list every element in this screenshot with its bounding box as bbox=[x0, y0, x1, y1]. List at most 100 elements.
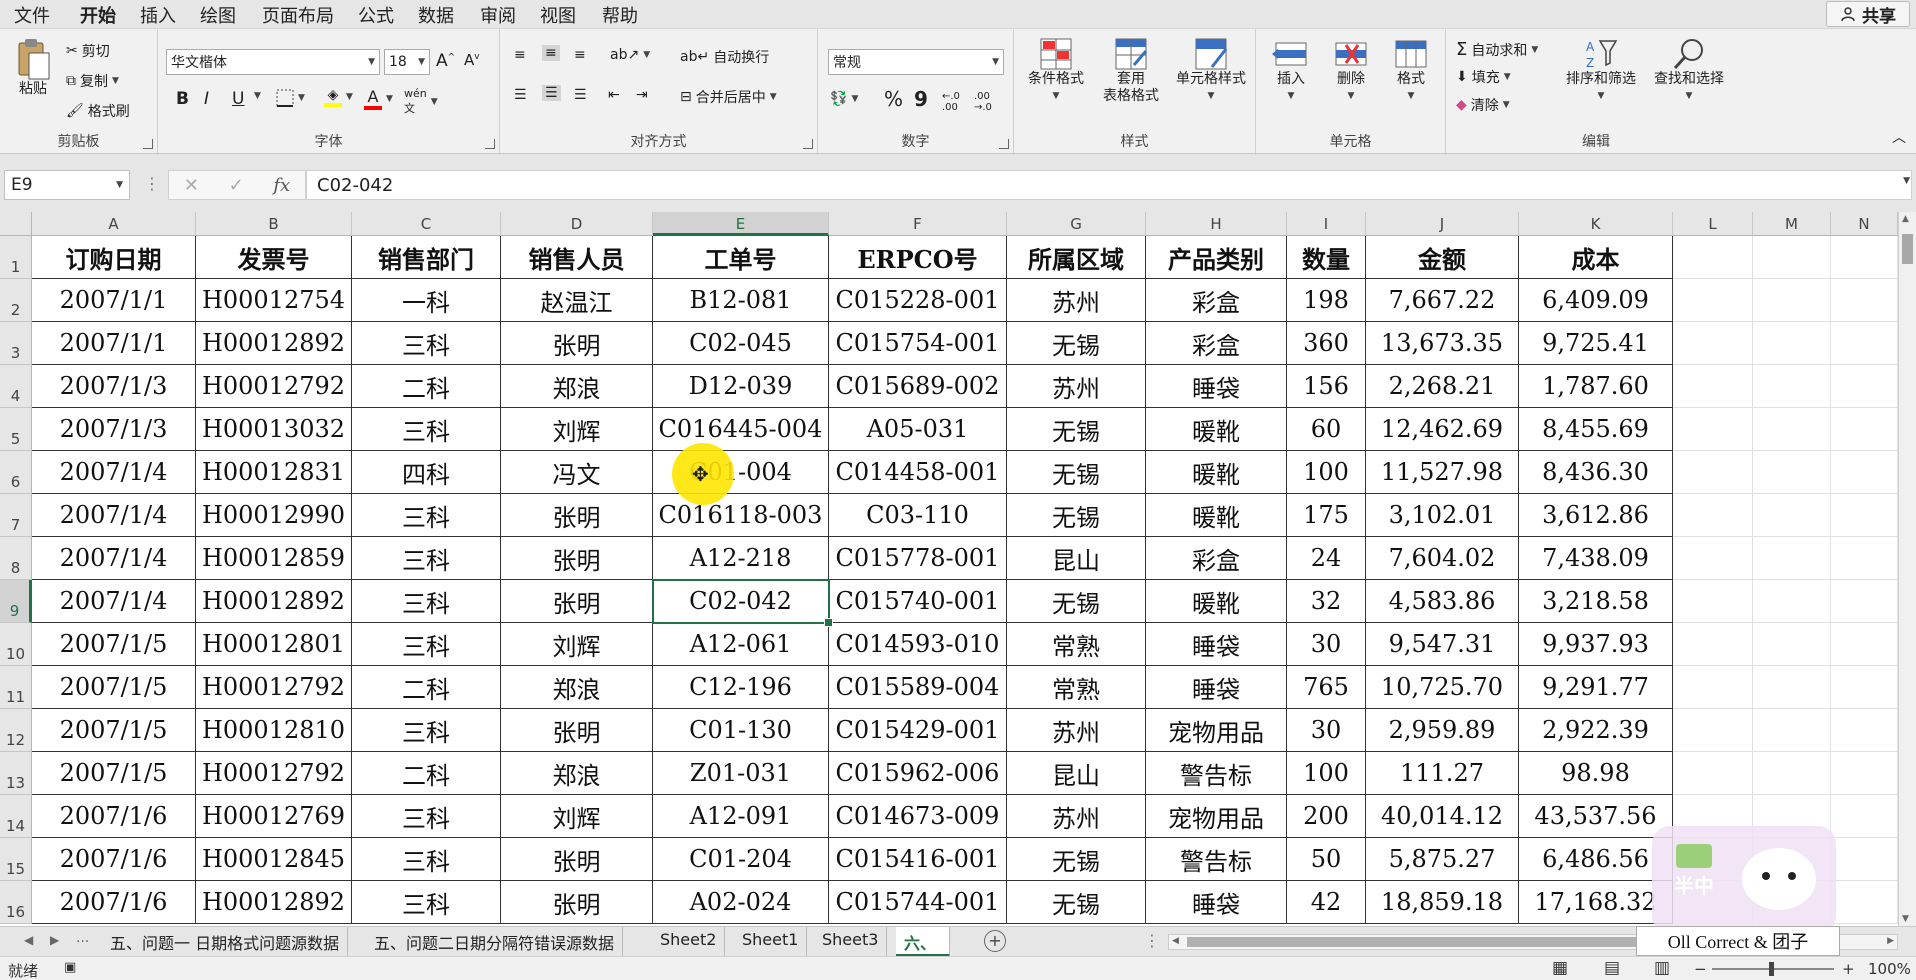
column-header-b[interactable]: B bbox=[196, 212, 352, 236]
cell-c7[interactable]: 三科 bbox=[352, 494, 501, 537]
cell-f16[interactable]: C015744-001 bbox=[829, 881, 1007, 924]
paste-button[interactable]: 粘贴 bbox=[10, 37, 56, 98]
cell-a13[interactable]: 2007/1/5 bbox=[32, 752, 196, 795]
cell-g3[interactable]: 无锡 bbox=[1007, 322, 1146, 365]
copy-button[interactable]: ⧉ 复制 ▼ bbox=[66, 71, 119, 91]
cell-j12[interactable]: 2,959.89 bbox=[1366, 709, 1519, 752]
cell-f2[interactable]: C015228-001 bbox=[829, 279, 1007, 322]
cell-k5[interactable]: 8,455.69 bbox=[1519, 408, 1673, 451]
column-header-m[interactable]: M bbox=[1753, 212, 1831, 236]
row-header-15[interactable]: 15 bbox=[0, 838, 32, 881]
cell-h6[interactable]: 暖靴 bbox=[1146, 451, 1287, 494]
row-header-3[interactable]: 3 bbox=[0, 322, 32, 365]
cell-k4[interactable]: 1,787.60 bbox=[1519, 365, 1673, 408]
cell-styles-button[interactable]: 单元格样式 ▼ bbox=[1170, 37, 1252, 105]
cell-b2[interactable]: H00012754 bbox=[196, 279, 352, 322]
zoom-slider-thumb[interactable] bbox=[1769, 962, 1774, 976]
cell-i2[interactable]: 198 bbox=[1287, 279, 1366, 322]
row-header-2[interactable]: 2 bbox=[0, 279, 32, 322]
underline-dropdown[interactable]: ▼ bbox=[254, 91, 261, 101]
cell-g9[interactable]: 无锡 bbox=[1007, 580, 1146, 623]
cell-g10[interactable]: 常熟 bbox=[1007, 623, 1146, 666]
column-header-e[interactable]: E bbox=[653, 212, 829, 236]
column-header-a[interactable]: A bbox=[32, 212, 196, 236]
align-center-button[interactable]: ☰ bbox=[542, 85, 561, 101]
cell-e16[interactable]: A02-024 bbox=[653, 881, 829, 924]
shrink-font-button[interactable]: Av bbox=[464, 51, 480, 69]
cell-i8[interactable]: 24 bbox=[1287, 537, 1366, 580]
cell-f7[interactable]: C03-110 bbox=[829, 494, 1007, 537]
menu-file[interactable]: 文件 bbox=[14, 2, 50, 28]
cell-n1[interactable] bbox=[1831, 236, 1898, 279]
fill-color-button[interactable]: ◈ ▼ bbox=[324, 87, 353, 107]
cell-f14[interactable]: C014673-009 bbox=[829, 795, 1007, 838]
cell-m5[interactable] bbox=[1753, 408, 1831, 451]
confirm-icon[interactable]: ✓ bbox=[229, 175, 244, 196]
cell-d13[interactable]: 郑浪 bbox=[501, 752, 653, 795]
cell-h5[interactable]: 暖靴 bbox=[1146, 408, 1287, 451]
row-header-13[interactable]: 13 bbox=[0, 752, 32, 795]
cell-d16[interactable]: 张明 bbox=[501, 881, 653, 924]
cell-n7[interactable] bbox=[1831, 494, 1898, 537]
cell-b6[interactable]: H00012831 bbox=[196, 451, 352, 494]
cell-f5[interactable]: A05-031 bbox=[829, 408, 1007, 451]
cell-k8[interactable]: 7,438.09 bbox=[1519, 537, 1673, 580]
cell-k11[interactable]: 9,291.77 bbox=[1519, 666, 1673, 709]
cell-e15[interactable]: C01-204 bbox=[653, 838, 829, 881]
vertical-scroll-thumb[interactable] bbox=[1902, 234, 1913, 264]
cell-c8[interactable]: 三科 bbox=[352, 537, 501, 580]
cell-j4[interactable]: 2,268.21 bbox=[1366, 365, 1519, 408]
more-options-icon[interactable]: ⋮ bbox=[144, 174, 160, 193]
cell-k12[interactable]: 2,922.39 bbox=[1519, 709, 1673, 752]
cell-n12[interactable] bbox=[1831, 709, 1898, 752]
cell-l6[interactable] bbox=[1673, 451, 1753, 494]
alignment-launcher-icon[interactable] bbox=[803, 139, 813, 149]
number-format-select[interactable]: 常规 ▼ bbox=[828, 49, 1004, 75]
cell-m8[interactable] bbox=[1753, 537, 1831, 580]
cell-n8[interactable] bbox=[1831, 537, 1898, 580]
cell-i10[interactable]: 30 bbox=[1287, 623, 1366, 666]
row-header-8[interactable]: 8 bbox=[0, 537, 32, 580]
next-sheet-icon[interactable]: ▶ bbox=[50, 933, 59, 947]
macro-record-icon[interactable]: ▣ bbox=[64, 960, 76, 975]
cell-j2[interactable]: 7,667.22 bbox=[1366, 279, 1519, 322]
cell-j8[interactable]: 7,604.02 bbox=[1366, 537, 1519, 580]
cell-f11[interactable]: C015589-004 bbox=[829, 666, 1007, 709]
sheet-tab-sheet1[interactable]: Sheet1 bbox=[734, 927, 808, 957]
cell-b8[interactable]: H00012859 bbox=[196, 537, 352, 580]
cell-a10[interactable]: 2007/1/5 bbox=[32, 623, 196, 666]
cell-m13[interactable] bbox=[1753, 752, 1831, 795]
cell-c14[interactable]: 三科 bbox=[352, 795, 501, 838]
cell-c9[interactable]: 三科 bbox=[352, 580, 501, 623]
cell-i15[interactable]: 50 bbox=[1287, 838, 1366, 881]
menu-help[interactable]: 帮助 bbox=[602, 2, 638, 28]
cell-a5[interactable]: 2007/1/3 bbox=[32, 408, 196, 451]
cell-b16[interactable]: H00012892 bbox=[196, 881, 352, 924]
cell-m9[interactable] bbox=[1753, 580, 1831, 623]
menu-formulas[interactable]: 公式 bbox=[358, 2, 394, 28]
horizontal-scroll-thumb[interactable] bbox=[1187, 937, 1657, 947]
cell-a2[interactable]: 2007/1/1 bbox=[32, 279, 196, 322]
cell-c12[interactable]: 三科 bbox=[352, 709, 501, 752]
cell-d8[interactable]: 张明 bbox=[501, 537, 653, 580]
cell-m10[interactable] bbox=[1753, 623, 1831, 666]
scroll-right-icon[interactable]: ▶ bbox=[1887, 936, 1894, 946]
cell-e14[interactable]: A12-091 bbox=[653, 795, 829, 838]
align-left-button[interactable]: ☰ bbox=[514, 87, 527, 103]
sheet-tab-sheet2[interactable]: Sheet2 bbox=[652, 927, 726, 957]
insert-cells-button[interactable]: 插入 ▼ bbox=[1266, 37, 1316, 105]
cell-n14[interactable] bbox=[1831, 795, 1898, 838]
collapse-ribbon-button[interactable]: ︿ bbox=[1892, 127, 1906, 147]
page-layout-view-icon[interactable]: ▤ bbox=[1604, 958, 1620, 978]
cell-i16[interactable]: 42 bbox=[1287, 881, 1366, 924]
column-header-h[interactable]: H bbox=[1146, 212, 1287, 236]
comma-button[interactable]: 9 bbox=[914, 87, 928, 111]
cell-a11[interactable]: 2007/1/5 bbox=[32, 666, 196, 709]
cell-e2[interactable]: B12-081 bbox=[653, 279, 829, 322]
cell-k15[interactable]: 6,486.56 bbox=[1519, 838, 1673, 881]
font-size-select[interactable]: 18 ▼ bbox=[384, 49, 430, 75]
cell-h9[interactable]: 暖靴 bbox=[1146, 580, 1287, 623]
cell-a9[interactable]: 2007/1/4 bbox=[32, 580, 196, 623]
row-header-11[interactable]: 11 bbox=[0, 666, 32, 709]
row-header-12[interactable]: 12 bbox=[0, 709, 32, 752]
